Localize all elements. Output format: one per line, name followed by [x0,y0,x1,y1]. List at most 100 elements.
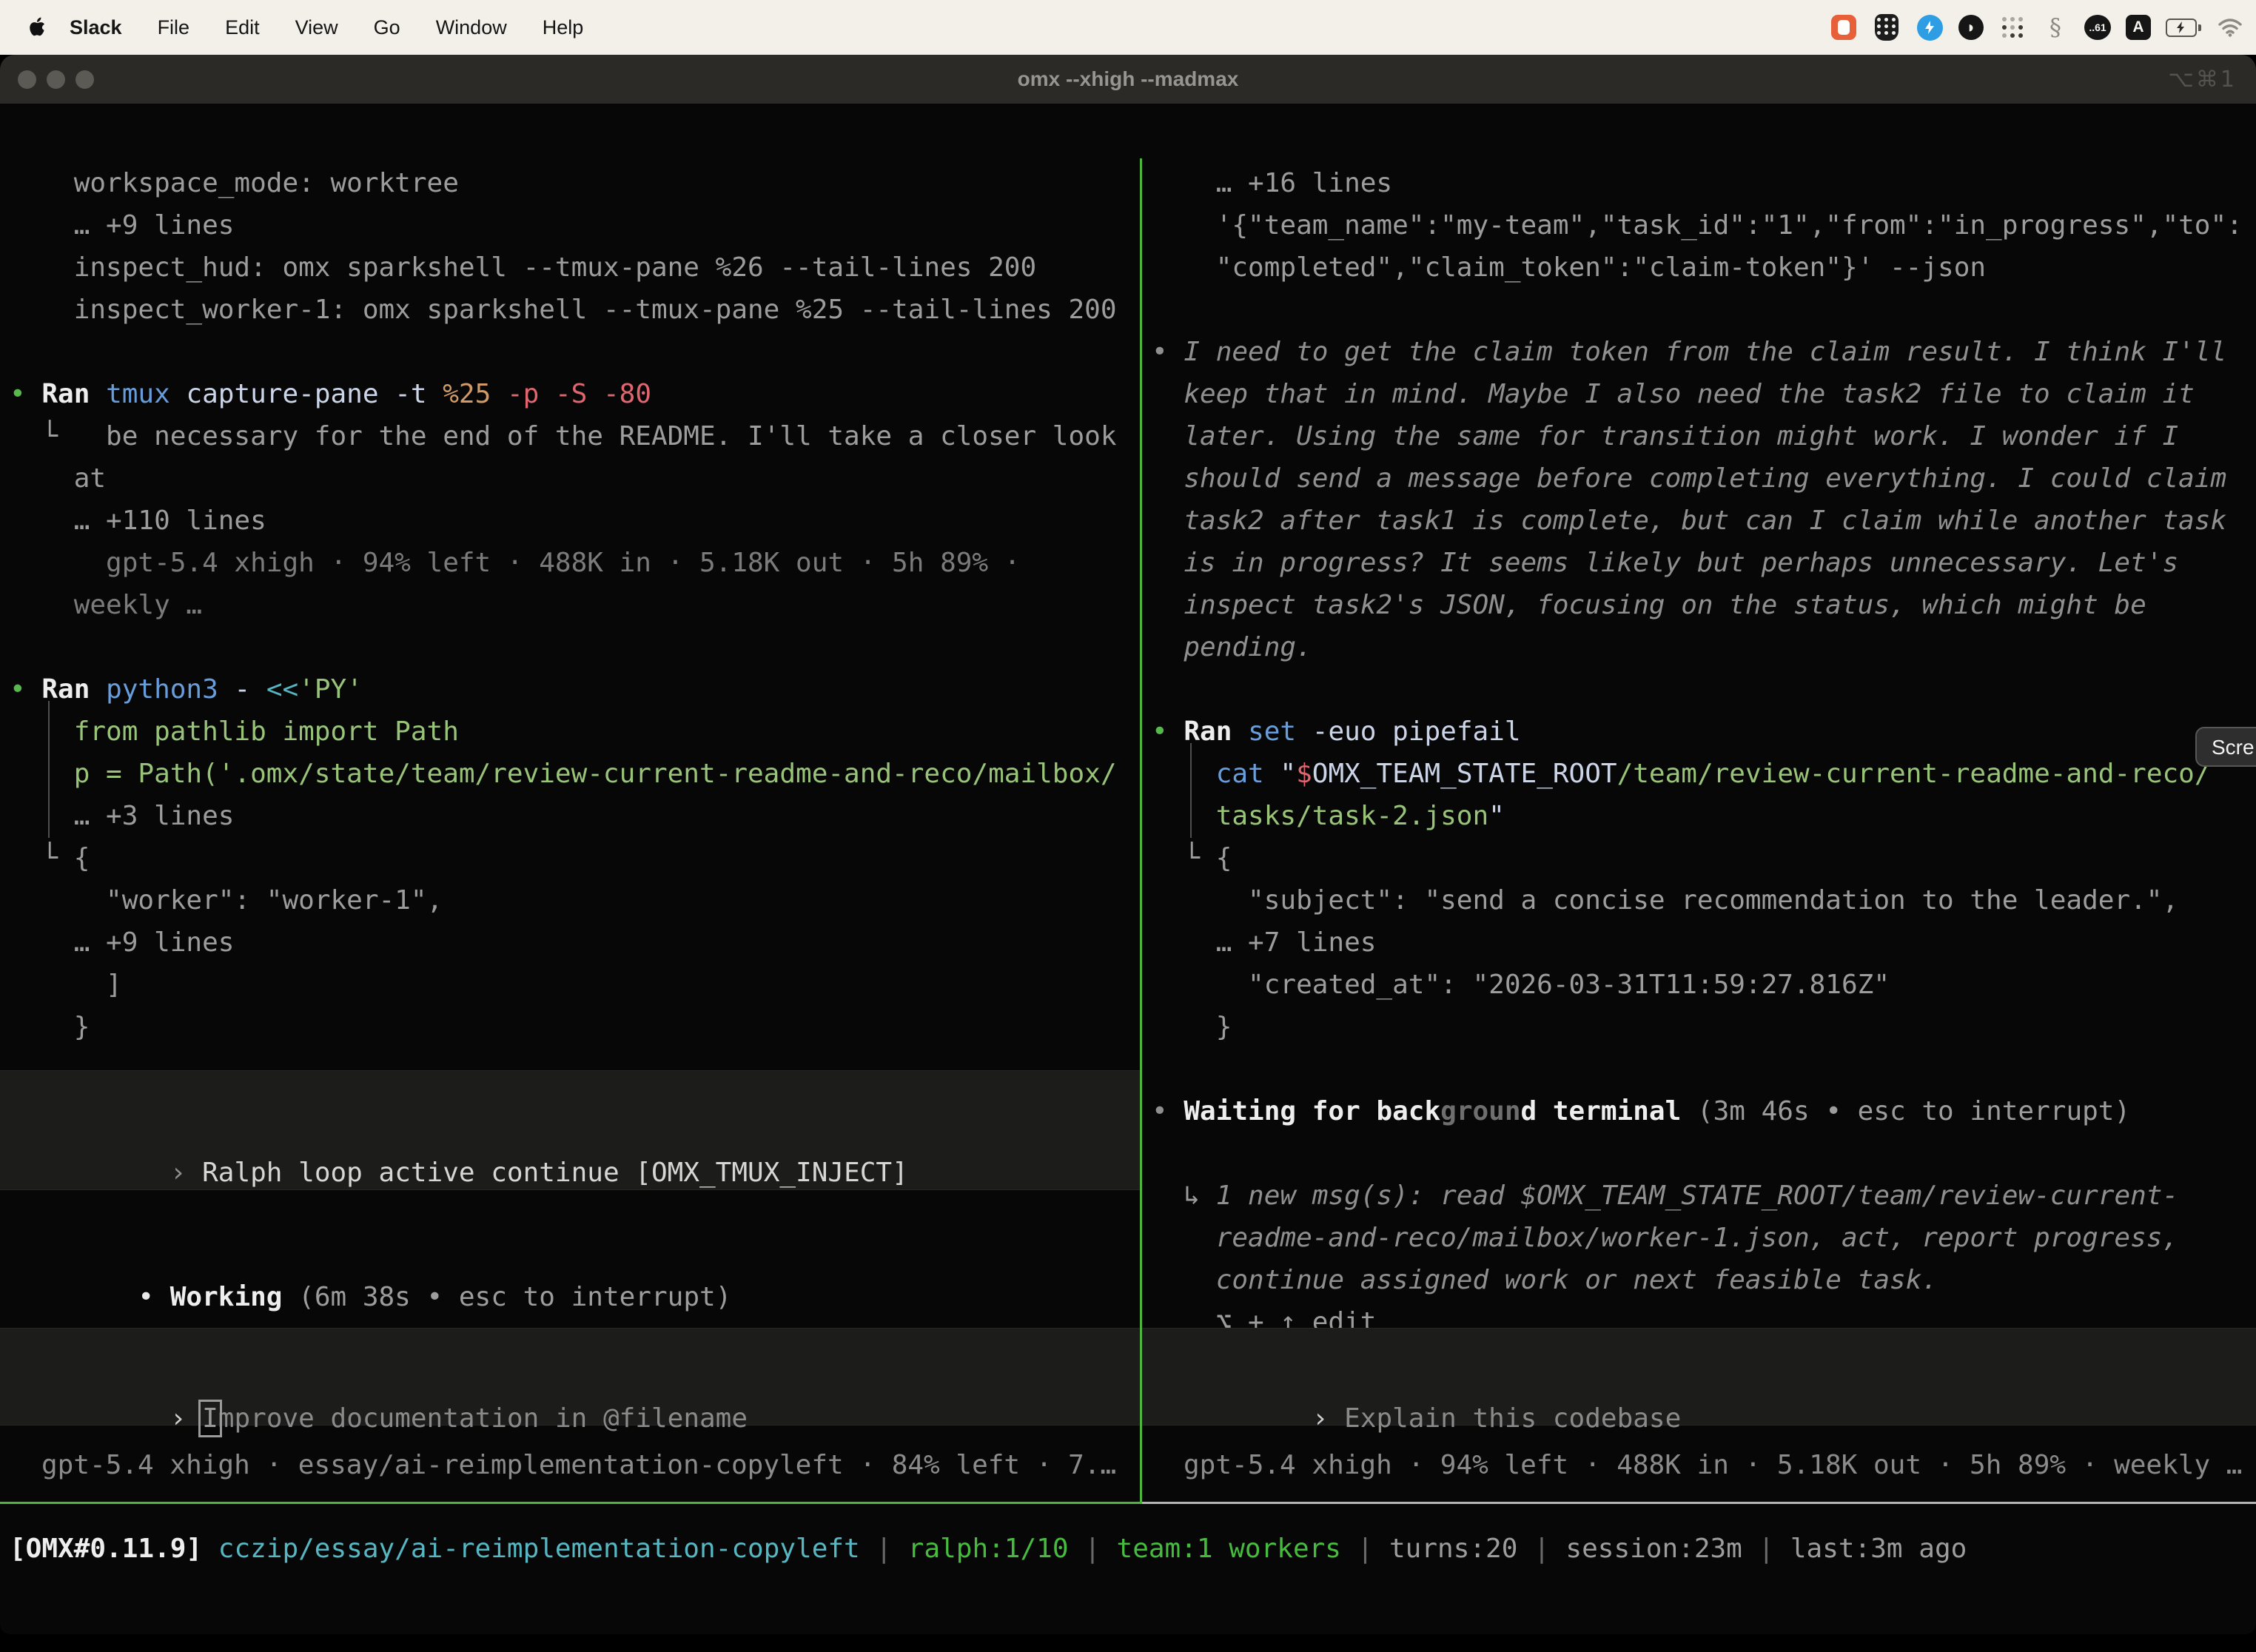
apple-menu-icon[interactable] [28,16,47,38]
terminal-line: "created_at": "2026-03-31T11:59:27.816Z" [1152,964,1890,1006]
terminal-line: └ { [1152,837,1232,879]
terminal-line: ] [10,964,122,1006]
terminal-line: • Ran tmux capture-pane -t %25 -p -S -80 [10,373,651,415]
terminal-line: … +16 lines [1152,162,1392,204]
terminal-line: inspect_hud: omx sparkshell --tmux-pane … [10,246,1036,289]
banner-prompt-icon: › [170,1158,202,1188]
terminal-line: inspect task2's JSON, focusing on the st… [1152,584,2146,626]
battery-charging-icon[interactable] [2166,19,2201,37]
terminal-line: should send a message before completing … [1152,457,2226,500]
terminal-line: from pathlib import Path [10,711,459,753]
terminal-line: workspace_mode: worktree [10,162,459,204]
screen: Slack File Edit View Go Window Help ◗ § … [0,0,2256,1652]
terminal-line: "worker": "worker-1", [10,879,443,921]
omx-status-segment: | [1069,1534,1117,1564]
terminal-line: • Ran set -euo pipefail [1152,711,1521,753]
omx-status-segment: ralph:1/10 [908,1534,1069,1564]
omx-status-segment: last:3m ago [1790,1534,1967,1564]
window-title-bar[interactable]: omx --xhigh --madmax ⌥⌘1 [0,55,2256,104]
terminal-line: p = Path('.omx/state/team/review-current… [10,753,1117,795]
screen-share-overlay-button[interactable]: Scre [2195,727,2256,767]
omx-status-segment: team:1 workers [1117,1534,1341,1564]
terminal-line: gpt-5.4 xhigh · 94% left · 488K in · 5.1… [10,542,1020,584]
menu-item-go[interactable]: Go [356,16,418,39]
percent-61-badge-icon[interactable]: ..61 [2084,15,2111,40]
terminal-line: tasks/task-2.json" [1152,795,1505,837]
terminal-line: weekly … [10,584,202,626]
omx-status-segment: | [860,1534,908,1564]
window-shortcut-label: ⌥⌘1 [2168,67,2237,93]
input-source-a-icon[interactable]: A [2126,15,2151,40]
left-terminal-pane[interactable]: workspace_mode: worktree … +9 lines insp… [0,158,1140,1502]
terminal-line: pending. [1152,626,1312,668]
dots-grid-icon[interactable] [1998,13,2027,41]
prompt-chevron-icon: › [170,1403,202,1434]
working-label: Working [170,1282,283,1312]
text-cursor: I [202,1403,218,1434]
menu-app-name[interactable]: Slack [47,16,140,39]
terminal-line: '{"team_name":"my-team","task_id":"1","f… [1152,204,2243,246]
terminal-line: is in progress? It seems likely but perh… [1152,542,2178,584]
terminal-line: … +110 lines [10,500,266,542]
tmux-pane-divider[interactable] [1140,158,1142,1504]
terminal-window: omx --xhigh --madmax ⌥⌘1 workspace_mode:… [0,55,2256,1634]
terminal-line: … +9 lines [10,921,234,964]
right-session-status: gpt-5.4 xhigh · 94% left · 488K in · 5.1… [1184,1444,2242,1486]
menu-item-edit[interactable]: Edit [207,16,278,39]
terminal-line: … +7 lines [1152,921,1376,964]
terminal-line: … +9 lines [10,204,234,246]
left-input-placeholder: mprove documentation in @filename [218,1403,748,1434]
omx-status-segment: turns:20 [1389,1534,1517,1564]
omx-status-segment: [OMX#0.11.9] [10,1534,218,1564]
left-session-status: gpt-5.4 xhigh · essay/ai-reimplementatio… [41,1444,1116,1486]
crescent-circle-icon[interactable]: ◗ [1958,15,1984,40]
menu-item-help[interactable]: Help [525,16,602,39]
menu-item-window[interactable]: Window [418,16,525,39]
terminal-line: task2 after task1 is complete, but can I… [1152,500,2226,542]
window-title: omx --xhigh --madmax [0,67,2256,91]
terminal-line: … +3 lines [10,795,234,837]
banner-text: Ralph loop active continue [OMX_TMUX_INJ… [202,1158,908,1188]
terminal-line: └ { [10,837,90,879]
menu-item-view[interactable]: View [278,16,356,39]
terminal-line: } [10,1006,90,1048]
omx-status-segment: | [1742,1534,1790,1564]
working-bullet: • [138,1282,169,1312]
screen-recording-icon[interactable] [1830,13,1858,41]
terminal-line: at [10,457,106,500]
squiggle-icon[interactable]: § [2041,13,2069,41]
ralph-loop-banner: › Ralph loop active continue [OMX_TMUX_I… [0,1070,1140,1190]
terminal-line: cat "$OMX_TEAM_STATE_ROOT/team/review-cu… [1152,753,2211,795]
working-timer: (6m 38s • esc to interrupt) [282,1282,731,1312]
omx-status-segment: cczip/essay/ai-reimplementation-copyleft [218,1534,860,1564]
bolt-circle-icon[interactable] [1916,13,1944,41]
menu-item-file[interactable]: File [140,16,208,39]
terminal-line: continue assigned work or next feasible … [1152,1259,1938,1301]
keypad-shield-icon[interactable] [1873,13,1901,41]
terminal-line: inspect_worker-1: omx sparkshell --tmux-… [10,289,1117,331]
prompt-chevron-icon: › [1312,1403,1344,1434]
terminal-line: } [1152,1006,1232,1048]
left-pane-border [0,1502,1142,1504]
right-terminal-pane[interactable]: … +16 lines '{"team_name":"my-team","tas… [1142,158,2256,1502]
right-prompt-input[interactable]: › Explain this codebase [1142,1328,2256,1426]
terminal-line: later. Using the same for transition mig… [1152,415,2178,457]
terminal-line: "completed","claim_token":"claim-token"}… [1152,246,1986,289]
omx-status-segment: | [1517,1534,1565,1564]
omx-status-line: [OMX#0.11.9] cczip/essay/ai-reimplementa… [10,1528,1967,1570]
terminal-line: ↳ 1 new msg(s): read $OMX_TEAM_STATE_ROO… [1152,1175,2178,1217]
terminal-line: • I need to get the claim token from the… [1152,331,2226,373]
left-prompt-input[interactable]: › Improve documentation in @filename [0,1328,1140,1426]
menu-status-icons: ◗ § ..61 A [1830,13,2256,41]
right-pane-border [1142,1502,2256,1504]
terminal-line: └ be necessary for the end of the README… [10,415,1117,457]
tool-call-connector-line [1190,743,1192,838]
terminal-line: • Ran python3 - <<'PY' [10,668,363,711]
right-input-placeholder: Explain this codebase [1344,1403,1681,1434]
omx-status-segment: session:23m [1565,1534,1742,1564]
terminal-line: keep that in mind. Maybe I also need the… [1152,373,2195,415]
terminal-line: readme-and-reco/mailbox/worker-1.json, a… [1152,1217,2178,1259]
tool-call-connector-line [48,701,50,838]
menu-bar: Slack File Edit View Go Window Help ◗ § … [0,0,2256,55]
wifi-icon[interactable] [2216,13,2244,41]
